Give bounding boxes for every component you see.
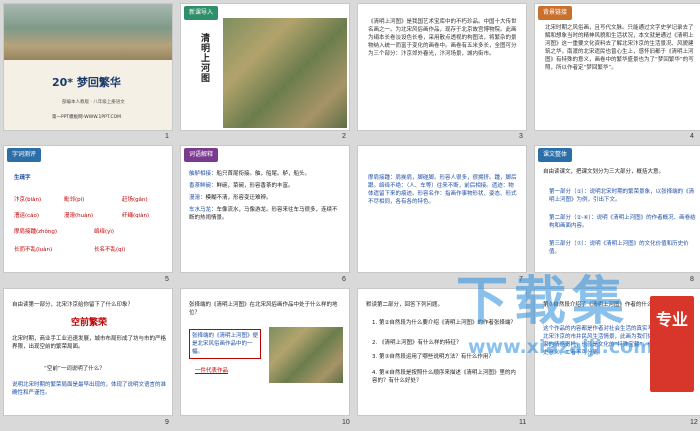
word-item: 络绎(yì) [94,229,115,235]
word-item: 毗邻(pí) [64,197,85,203]
word-item: 长名不乱(qí) [94,247,126,253]
part-item: 第一部分（①）：说明北宋时期的繁荣景象，以张择端的《清明上河图》为例，引出下文。 [549,189,695,203]
slide-footer: 第一PPT模板网-WWW.1PPT.COM [52,115,122,120]
slide-number: 5 [165,276,169,283]
slide-header: 词语解释 [184,148,219,162]
section-label: 生疏字 [14,175,31,181]
watermark-text: 下载集 [456,272,631,332]
slide-body-text: 摩肩接踵：肩挨肩，脚碰脚。形容人很多，很拥挤。踵，脚后跟。络绎不绝：（人、车等）… [368,175,517,205]
slide-thumbnail-2[interactable]: 新课导入 清明上河图 [180,3,350,131]
answer-highlight: 空前繁荣 [70,318,107,328]
watermark-logo-text: 专业 [656,310,689,329]
question-text: 自由读第一部分，北宋汴京给你留下了什么印象？ [12,302,134,308]
answer-tag: 一件代表作品 [195,368,229,374]
slide-title: 20* 梦回繁华 [52,76,121,89]
slide-header: 新课导入 [184,6,219,20]
word-item: 赶场(gǎn) [122,197,148,203]
term-item: 车水马龙：车像流水，马像游龙。形容来往车马很多，连续不断的热闹情景。 [189,207,338,221]
slide-intro: 自由读课文，把课文划分为三大部分，概括大意。 [543,169,665,175]
vertical-title: 清明上河图 [201,34,211,84]
slide-number: 10 [342,419,350,426]
question-text: 张择端的《清明上河图》在北宋风俗画作品中处于什么样的地位？ [189,302,338,316]
part-item: 第三部分（⑦）：说明《清明上河图》的文化价值和历史价值。 [549,241,689,255]
slide-number: 1 [165,133,169,140]
slide-subtitle: 部编本人教版 · 八年级上册语文 [62,100,125,105]
slide-thumbnail-9[interactable]: 自由读第一部分，北宋汴京给你留下了什么印象？ 空前繁荣 北宋时期，商业手工业迅速… [3,288,173,416]
painting-image [223,18,347,128]
slide-body-text: 北宋时期，商业手工业迅速发展，城市布局形成了坊与市的严格界限，出现空前的繁荣局面… [12,336,167,350]
slide-number: 9 [165,419,169,426]
term-item: 漫漶：模糊不清，形容变迁难辨。 [189,195,272,201]
term-item: 香茶鲜碗：鲜碗，菜碗，形容香茶的丰富。 [189,183,294,189]
slide-number: 6 [342,276,346,283]
slide-number: 12 [690,419,698,426]
question-item: 4. 第④自然段是按照什么顺序来描述《清明上河图》里的内容的？有什么好处？ [372,370,516,384]
answer-text: 说明北宋时期的繁荣局面是最早出现的，体现了说明文语言的准确性和严谨性。 [12,382,167,396]
term-item: 舳舻相接：船只首尾衔接。舳，船尾。舻，船头。 [189,171,311,177]
slide-thumbnail-10[interactable]: 张择端的《清明上河图》在北宋风俗画作品中处于什么样的地位？ 张择端的《清明上河图… [180,288,350,416]
watermark-logo: 专业 [650,296,694,392]
slide-header: 课文整体 [538,148,573,162]
slide-thumbnail-6[interactable]: 词语解释 舳舻相接：船只首尾衔接。舳，船尾。舻，船头。 香茶鲜碗：鲜碗，菜碗，形… [180,145,350,273]
slide-thumbnail-1[interactable]: 20* 梦回繁华 部编本人教版 · 八年级上册语文 第一PPT模板网-WWW.1… [3,3,173,131]
slide-thumbnail-8[interactable]: 课文整体 自由读课文，把课文划分为三大部分，概括大意。 第一部分（①）：说明北宋… [534,145,700,273]
slide-number: 4 [690,133,694,140]
slide-heading: 默读第二部分，回答下列问题。 [366,302,444,308]
slide-thumbnail-7[interactable]: 摩肩接踵：肩挨肩，脚碰脚。形容人很多，很拥挤。踵，脚后跟。络绎不绝：（人、车等）… [357,145,527,273]
slide-body-text: 《清明上河图》是我国艺术宝库中的不朽珍品。中国十大传世名画之一。为北宋风俗画作品… [368,19,517,57]
word-item: 纤绳(qiàn) [122,213,150,219]
slide-thumbnail-3[interactable]: 《清明上河图》是我国艺术宝库中的不朽珍品。中国十大传世名画之一。为北宋风俗画作品… [357,3,527,131]
word-item: 漕运(cáo) [14,213,40,219]
part-item: 第二部分（②-⑥）：说明《清明上河图》的作者概况、画卷结构和画面内容。 [549,215,696,229]
slide-number: 3 [519,133,523,140]
question-text: “空前”一词说明了什么？ [44,366,105,372]
word-item: 汴京(biàn) [14,197,42,203]
watermark-url: www.xiazaiji.com [468,336,653,358]
painting-image [269,327,343,383]
slide-thumbnail-5[interactable]: 字词测评 生疏字 汴京(biàn) 毗邻(pí) 赶场(gǎn) 漕运(cáo)… [3,145,173,273]
slide-thumbnail-4[interactable]: 背景链接 北宋时期之风俗画，且写代文脉。只能通过文字史学记录去了解和想象当时的精… [534,3,700,131]
word-item: 摩肩接踵(zhǒng) [14,229,58,235]
word-item: 漫漶(huàn) [64,213,94,219]
slide-header: 背景链接 [538,6,573,20]
slide-number: 8 [690,276,694,283]
slide-header: 字词测评 [7,148,42,162]
word-item: 长而不乱(luàn) [14,247,53,253]
slide-thumbnail-grid: 20* 梦回繁华 部编本人教版 · 八年级上册语文 第一PPT模板网-WWW.1… [0,0,700,431]
answer-box: 张择端的《清明上河图》便是北宋风俗画作品中的一幅。 [189,329,261,359]
slide-body-text: 北宋时期之风俗画，且写代文脉。只能通过文字史学记录去了解和想象当时的精神风貌和生… [545,25,694,71]
painting-image [4,4,172,64]
slide-number: 11 [519,419,527,426]
slide-number: 2 [342,133,346,140]
